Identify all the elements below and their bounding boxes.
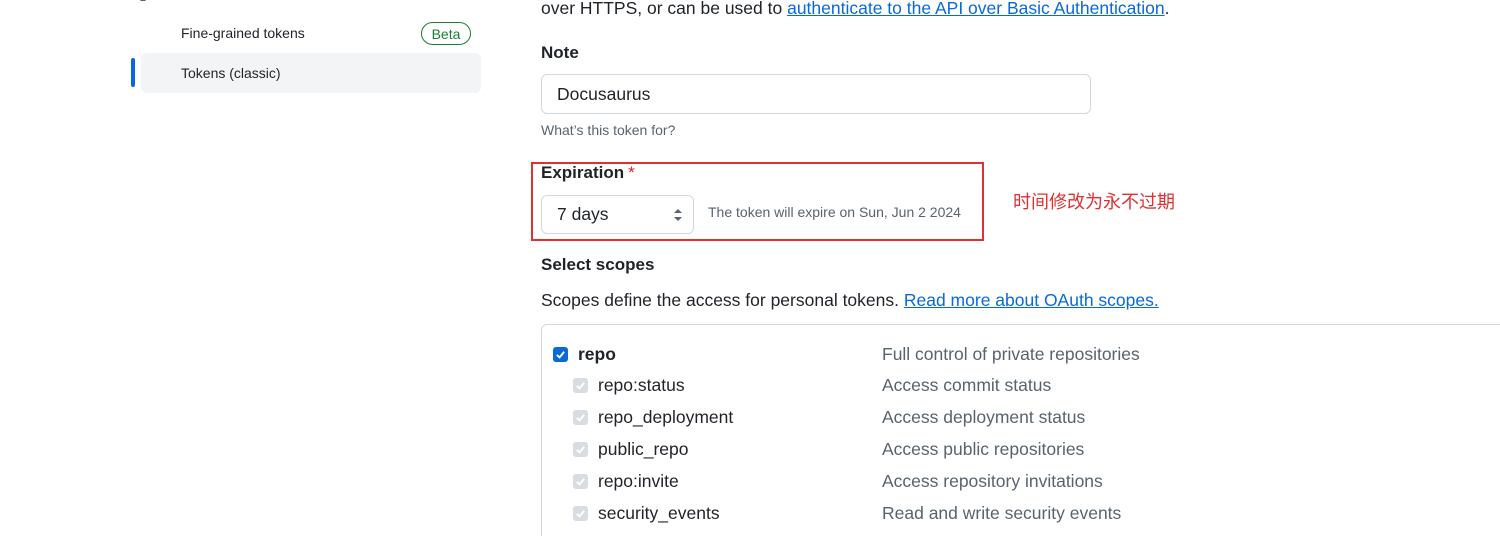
intro-text: over HTTPS, or can be used to authentica… xyxy=(541,0,1169,19)
check-icon xyxy=(576,446,585,454)
sidebar-item-label: Tokens (classic) xyxy=(181,65,281,81)
scope-row-public-repo: public_repo Access public repositories xyxy=(542,437,1500,465)
scope-name-security-events: security_events xyxy=(598,503,720,523)
check-icon xyxy=(556,351,565,359)
scope-row-repo-status: repo:status Access commit status xyxy=(542,373,1500,401)
select-scopes-label: Select scopes xyxy=(541,255,655,274)
expiration-selected-value: 7 days xyxy=(557,204,609,224)
scope-checkbox-security-events[interactable] xyxy=(573,506,588,521)
note-input[interactable]: Docusaurus xyxy=(541,74,1091,114)
scope-desc-repo-status: Access commit status xyxy=(882,375,1052,395)
scope-name-repo: repo xyxy=(578,344,616,364)
expiration-select[interactable]: 7 days xyxy=(541,195,694,234)
check-icon xyxy=(576,382,585,390)
check-icon xyxy=(576,478,585,486)
scope-desc-repo-deployment: Access deployment status xyxy=(882,407,1086,427)
basic-auth-link[interactable]: authenticate to the API over Basic Authe… xyxy=(787,0,1164,18)
scope-checkbox-repo-deployment[interactable] xyxy=(573,410,588,425)
intro-prefix: over HTTPS, or can be used to xyxy=(541,0,788,18)
check-icon xyxy=(576,510,585,518)
scope-desc-repo-invite: Access repository invitations xyxy=(882,471,1103,491)
check-icon xyxy=(576,414,585,422)
intro-suffix: . xyxy=(1164,0,1170,18)
note-label: Note xyxy=(541,43,579,62)
scope-desc-public-repo: Access public repositories xyxy=(882,439,1085,459)
expiration-note: The token will expire on Sun, Jun 2 2024 xyxy=(708,204,961,220)
scope-checkbox-public-repo[interactable] xyxy=(573,442,588,457)
scope-desc-security-events: Read and write security events xyxy=(882,503,1122,523)
scope-row-repo-invite: repo:invite Access repository invitation… xyxy=(542,469,1500,497)
note-input-value: Docusaurus xyxy=(557,83,651,104)
scope-row-repo-deployment: repo_deployment Access deployment status xyxy=(542,405,1500,433)
annotation-text: 时间修改为永不过期 xyxy=(1013,192,1175,213)
scopes-list: repo Full control of private repositorie… xyxy=(541,324,1500,536)
active-indicator xyxy=(131,58,135,87)
sidebar-item-label: Fine-grained tokens xyxy=(181,25,305,41)
scopes-description: Scopes define the access for personal to… xyxy=(541,290,1159,311)
scope-checkbox-repo[interactable] xyxy=(553,347,568,362)
scope-checkbox-repo-status[interactable] xyxy=(573,378,588,393)
beta-badge: Beta xyxy=(421,22,471,45)
note-hint: What’s this token for? xyxy=(541,122,676,138)
scope-name-public-repo: public_repo xyxy=(598,439,689,459)
expiration-label-text: Expiration xyxy=(541,163,625,182)
sidebar-section-heading-fragment xyxy=(140,0,146,1)
scope-name-repo-status: repo:status xyxy=(598,375,685,395)
scope-desc-repo: Full control of private repositories xyxy=(882,344,1140,364)
sidebar-item-tokens-classic[interactable]: Tokens (classic) xyxy=(141,53,481,93)
oauth-scopes-link[interactable]: Read more about OAuth scopes. xyxy=(904,290,1159,310)
scope-name-repo-invite: repo:invite xyxy=(598,471,679,491)
scope-checkbox-repo-invite[interactable] xyxy=(573,474,588,489)
scope-row-security-events: security_events Read and write security … xyxy=(542,501,1500,529)
scopes-description-text: Scopes define the access for personal to… xyxy=(541,290,904,310)
scope-name-repo-deployment: repo_deployment xyxy=(598,407,734,427)
expiration-label: Expiration * xyxy=(541,163,635,183)
select-arrows-icon xyxy=(674,209,682,221)
scope-row-repo: repo Full control of private repositorie… xyxy=(542,341,1500,369)
required-mark: * xyxy=(628,163,635,182)
